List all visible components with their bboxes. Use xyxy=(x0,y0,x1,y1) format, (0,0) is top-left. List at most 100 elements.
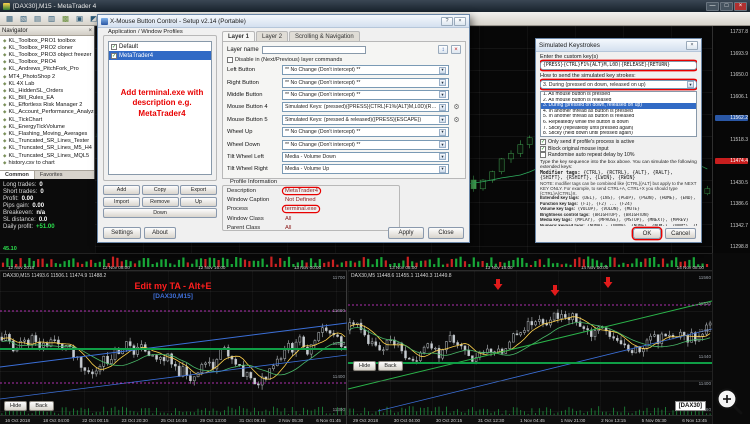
profile-item[interactable]: MetaTrader4 xyxy=(109,51,211,60)
navigator-item[interactable]: KL_Account_Performance_Analyzer xyxy=(0,109,94,116)
terminal-panel-icon[interactable]: ▣ xyxy=(73,13,86,25)
navigator-item[interactable]: KL_Flashing_Moving_Averages xyxy=(0,130,94,137)
mouse-action-dropdown[interactable]: ** No Change (Don't intercept) ** xyxy=(282,89,449,100)
swap-layers-icon[interactable]: ↕ xyxy=(438,45,448,54)
window-titlebar: [DAX30],M15 - MetaTrader 4 — □ × xyxy=(0,0,750,12)
profile-action-button[interactable]: Add xyxy=(103,185,140,195)
navigator-item[interactable]: KL_EnergyTickVolume xyxy=(0,123,94,130)
data-window-icon[interactable]: ▥ xyxy=(45,13,58,25)
chart-right[interactable]: DAX30,M5 11448.6 11455.1 11440.3 11449.8… xyxy=(348,270,712,424)
hide-button[interactable]: Hide xyxy=(4,401,28,411)
navigator-item[interactable]: KL_Effortless Risk Manager 2 xyxy=(0,102,94,109)
checkbox-icon[interactable] xyxy=(227,56,233,63)
navigator-tab[interactable]: Favorites xyxy=(35,171,68,179)
clear-layer-icon[interactable]: × xyxy=(451,45,461,54)
maximize-button[interactable]: □ xyxy=(720,1,733,11)
navigator-item[interactable]: KL_TickChart xyxy=(0,116,94,123)
mouse-action-dropdown[interactable]: ** No Change (Don't intercept) ** xyxy=(282,65,449,76)
navigator-item[interactable]: KL_Truncated_SR_Lines_MQL5 xyxy=(0,152,94,159)
close-button[interactable]: × xyxy=(734,1,747,11)
key-tags-values: {VOLUP}, {VOLDN}, {MUTE} xyxy=(575,207,640,213)
send-mode-option[interactable]: 8. Sticky (held down until pressed again… xyxy=(541,131,696,136)
sim-titlebar[interactable]: Simulated Keystrokes × xyxy=(536,39,701,52)
layer-name-input[interactable] xyxy=(261,45,366,54)
navigator-item[interactable]: KL_Truncated_SR_Lines_M5_H4 xyxy=(0,145,94,152)
mouse-action-dropdown[interactable]: Simulated Keys: (pressed & released)({PR… xyxy=(282,114,449,125)
layer-tab[interactable]: Scrolling & Navigation xyxy=(289,31,360,41)
tick-volume-band[interactable]: 12 Nov 2018 12 Nov 08:00 12 Nov 16:00 13 No… xyxy=(0,253,712,270)
navigator-item[interactable]: KL_Bill_Rules_EA xyxy=(0,95,94,102)
profile-action-button[interactable]: Import xyxy=(103,196,140,207)
profile-action-button[interactable]: Export xyxy=(180,185,217,195)
mouse-action-dropdown[interactable]: Simulated Keys: (pressed)({PRESS}{CTRL}F… xyxy=(282,102,449,113)
close-button[interactable]: × xyxy=(686,40,698,50)
profile-action-button[interactable]: Down xyxy=(103,208,217,218)
navigator-item-label: KL_Truncated_SR_Lines_M5_H4 xyxy=(8,145,92,152)
price-label: 11400 xyxy=(332,374,345,379)
send-mode-dropdown[interactable]: 3. During (pressed on down, released on … xyxy=(540,80,697,89)
new-chart-icon[interactable]: ▦ xyxy=(3,13,16,25)
right-chart-time-axis: 29 Oct 2018 30 Oct 04:00 30 Oct 20:15 31 Oc… xyxy=(348,415,712,424)
chart-profiles-icon[interactable]: ▧ xyxy=(17,13,30,25)
layer-tab[interactable]: Layer 2 xyxy=(256,31,289,41)
help-button[interactable]: ? xyxy=(441,16,453,26)
mouse-action-dropdown[interactable]: Media - Volume Up xyxy=(282,164,449,175)
navigator-item[interactable]: MT4_PhotoShop 2 xyxy=(0,73,94,80)
settings-button[interactable]: Settings xyxy=(103,227,141,239)
navigator-item[interactable]: KL_Andrews_PitchFork_Pro xyxy=(0,66,94,73)
time-label: 22 Oct 00:15 xyxy=(82,417,109,423)
back-button[interactable]: Back xyxy=(378,361,403,371)
profile-item[interactable]: Default xyxy=(109,42,211,51)
about-button[interactable]: About xyxy=(144,227,176,239)
apply-button[interactable]: Apply xyxy=(388,227,424,239)
sim-option-row[interactable]: Randomise auto repeat delay by 10% xyxy=(540,151,697,158)
minimize-button[interactable]: — xyxy=(706,1,719,11)
navigator-item[interactable]: KL_Toolbox_PRO2 cloner xyxy=(0,44,94,51)
navigator-tabs: Common Favorites xyxy=(0,170,94,179)
checkbox-icon[interactable] xyxy=(111,52,117,59)
checkbox-icon[interactable] xyxy=(540,151,546,158)
cancel-button[interactable]: Cancel xyxy=(665,228,696,239)
navigator-panel-icon[interactable]: ▩ xyxy=(59,13,72,25)
mouse-action-dropdown[interactable]: ** No Change (Don't intercept) ** xyxy=(282,139,449,150)
checkbox-icon[interactable] xyxy=(540,139,546,146)
layer-tab[interactable]: Layer 1 xyxy=(222,31,256,41)
script-icon xyxy=(3,145,6,151)
settings-gear-icon[interactable]: ⚙ xyxy=(452,103,461,111)
navigator-item[interactable]: KL_HiddenSL_Orders xyxy=(0,87,94,94)
checkbox-icon[interactable] xyxy=(111,43,117,50)
settings-gear-icon[interactable]: ⚙ xyxy=(452,116,461,124)
market-watch-icon[interactable]: ▤ xyxy=(31,13,44,25)
back-button[interactable]: Back xyxy=(29,401,54,411)
ok-button[interactable]: OK xyxy=(633,228,661,239)
navigator-item[interactable]: KL_Truncated_SR_Lines_Tester xyxy=(0,138,94,145)
how-to-send-label: How to send the simulated key strokes: xyxy=(540,73,636,79)
close-button[interactable]: × xyxy=(454,16,466,26)
navigator-item[interactable]: KL_Toolbox_PRO1 toolbox xyxy=(0,37,94,44)
chevron-down-icon xyxy=(439,91,446,99)
chart-left[interactable]: DAX30,M15 11493.6 11506.1 11474.9 11488.… xyxy=(0,270,347,424)
xmouse-dialog: X-Mouse Button Control - Setup v2.14 (Po… xyxy=(97,14,470,243)
hide-button[interactable]: Hide xyxy=(353,361,377,371)
mouse-action-dropdown[interactable]: Media - Volume Down xyxy=(282,151,449,162)
profile-action-button[interactable]: Up xyxy=(180,196,217,207)
navigator-item[interactable]: KL_Toolbox_PRO3 object freezer xyxy=(0,51,94,58)
script-icon xyxy=(3,153,6,159)
checkbox-icon[interactable] xyxy=(540,145,546,152)
mouse-button-label: Wheel Up xyxy=(227,129,253,136)
navigator-close-icon[interactable]: × xyxy=(88,28,92,34)
navigator-item[interactable]: KL_Toolbox_PRO4 xyxy=(0,59,94,66)
trade-info-label: Long trades: xyxy=(3,182,37,188)
navigator-item[interactable]: KL 4X Lab xyxy=(0,80,94,87)
navigator-item[interactable]: history.csv to chart xyxy=(0,159,94,166)
xmouse-titlebar[interactable]: X-Mouse Button Control - Setup v2.14 (Po… xyxy=(98,15,469,28)
navigator-tab[interactable]: Common xyxy=(0,171,35,179)
custom-keys-input[interactable]: {PRESS}{CTRL}F1%{ALT}M,L0D){RELEASE}{RET… xyxy=(540,61,697,70)
zoom-icon[interactable] xyxy=(714,386,744,416)
script-icon xyxy=(3,66,6,72)
mouse-action-dropdown[interactable]: ** No Change (Don't intercept) ** xyxy=(282,127,449,138)
profile-action-button[interactable]: Remove xyxy=(141,196,179,207)
profile-action-button[interactable]: Copy xyxy=(141,185,179,195)
close-dialog-button[interactable]: Close xyxy=(428,227,464,239)
mouse-action-dropdown[interactable]: ** No Change (Don't intercept) ** xyxy=(282,77,449,88)
